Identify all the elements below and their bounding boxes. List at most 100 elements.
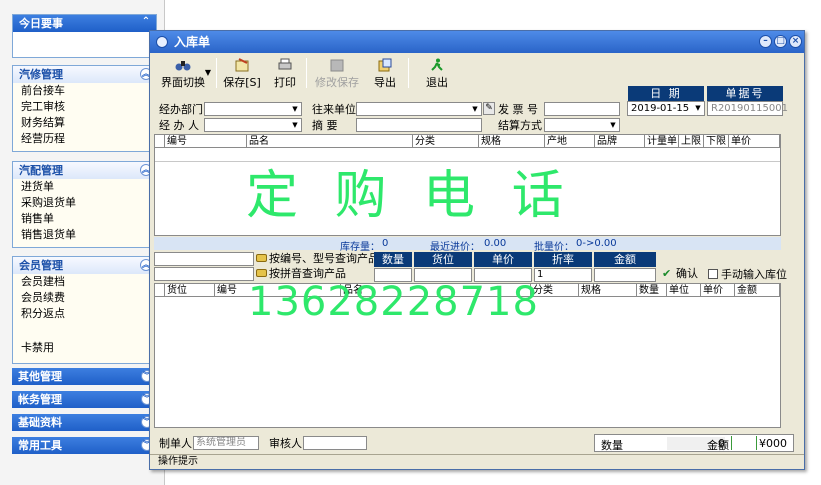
sidebar-item-sales[interactable]: 销售单: [13, 211, 156, 227]
qty-header: 数量: [374, 252, 412, 267]
location-header: 货位: [414, 252, 472, 267]
settle-label: 结算方式: [498, 119, 542, 132]
panel-basic-data-title: 基础资料: [18, 416, 62, 429]
doc-no-field: R20190115001: [707, 101, 788, 116]
manual-location-label: 手动输入库位: [721, 268, 787, 281]
sidebar-item-settlement[interactable]: 财务结算: [13, 115, 156, 131]
caret-down-icon[interactable]: ▼: [693, 103, 703, 113]
date-header: 日 期: [628, 86, 704, 101]
confirm-button[interactable]: ✔ 确认: [662, 267, 698, 281]
col-code[interactable]: 编号: [165, 135, 247, 148]
sidebar-item-completion-review[interactable]: 完工审核: [13, 99, 156, 115]
col-price[interactable]: 单价: [729, 135, 780, 148]
check-icon: ✔: [662, 267, 672, 280]
sidebar-item-points[interactable]: 积分返点: [13, 306, 156, 322]
handler-select[interactable]: ▼: [204, 118, 302, 132]
window-titlebar[interactable]: 入库单 – □ ×: [150, 31, 804, 53]
batch-label: 批量价：: [534, 242, 574, 253]
sidebar-item-card-disable[interactable]: 卡禁用: [13, 340, 156, 356]
print-label: 打印: [274, 76, 296, 89]
col-upper[interactable]: 上限: [679, 135, 704, 148]
stock-in-window: 入库单 – □ × 界面切换 ▼ 保存[S] 打印 修改保存 导出 退出 日 期…: [149, 30, 805, 470]
key-icon: [256, 254, 267, 262]
sidebar-item-purchase-return[interactable]: 采购退货单: [13, 195, 156, 211]
toolbar: 界面切换 ▼ 保存[S] 打印 修改保存 导出 退出: [152, 55, 802, 93]
handler-label: 经 办 人: [159, 119, 199, 132]
batch-value: 0->0.00: [576, 238, 617, 249]
edit-icon[interactable]: ✎: [483, 102, 495, 115]
today-title: 今日要事: [19, 17, 63, 30]
footer: 制单人 系统管理员 审核人 数量 0 金额 ¥000 操作提示: [150, 433, 804, 469]
search-by-code-button[interactable]: 按编号、型号查询产品: [255, 252, 379, 265]
summary-label: 摘 要: [312, 119, 338, 132]
manual-location-checkbox[interactable]: 手动输入库位: [708, 268, 787, 281]
caret-down-icon: ▼: [610, 121, 616, 129]
invoice-input[interactable]: [544, 102, 620, 116]
sidebar-item-purchase[interactable]: 进货单: [13, 179, 156, 195]
dept-label: 经办部门: [159, 103, 203, 116]
col-name[interactable]: 品名: [247, 135, 413, 148]
panel-other[interactable]: 其他管理 ︾: [12, 368, 157, 385]
switch-view-label: 界面切换: [161, 76, 205, 89]
col-qty[interactable]: 数量: [637, 284, 667, 297]
checkbox-icon: [708, 269, 718, 279]
amount-input[interactable]: [594, 268, 656, 282]
caret-down-icon: ▼: [204, 68, 212, 77]
code-search-input[interactable]: [154, 252, 254, 266]
rate-input[interactable]: 1: [534, 268, 592, 282]
col-lower[interactable]: 下限: [704, 135, 729, 148]
window-title: 入库单: [174, 35, 211, 49]
col-unit[interactable]: 单位: [667, 284, 701, 297]
sidebar-item-sales-return[interactable]: 销售退货单: [13, 227, 156, 243]
partner-select[interactable]: ▼: [356, 102, 482, 116]
minimize-icon[interactable]: –: [759, 35, 772, 48]
col-spec[interactable]: 规格: [479, 135, 545, 148]
save-button[interactable]: 保存[S]: [220, 55, 264, 91]
panel-basic-data[interactable]: 基础资料 ︾: [12, 414, 157, 431]
last-price-label: 最近进价：: [430, 242, 480, 253]
collapse-icon[interactable]: ⌃: [140, 17, 152, 29]
key-icon: [256, 269, 267, 277]
col-spec[interactable]: 规格: [579, 284, 637, 297]
export-icon: [378, 58, 392, 72]
panel-repair-title: 汽修管理: [19, 68, 63, 81]
sidebar-item-member-create[interactable]: 会员建档: [13, 274, 156, 290]
dept-select[interactable]: ▼: [204, 102, 302, 116]
col-location[interactable]: 货位: [165, 284, 215, 297]
panel-repair-header[interactable]: 汽修管理 ︽: [13, 66, 156, 83]
panel-tools[interactable]: 常用工具 ︾: [12, 437, 157, 454]
caret-down-icon: ▼: [292, 105, 298, 113]
settle-select[interactable]: ▼: [544, 118, 620, 132]
col-price[interactable]: 单价: [701, 284, 735, 297]
col-category[interactable]: 分类: [413, 135, 479, 148]
close-icon[interactable]: ×: [789, 35, 802, 48]
pinyin-search-input[interactable]: [154, 267, 254, 281]
sidebar-item-member-renew[interactable]: 会员续费: [13, 290, 156, 306]
summary-input[interactable]: [356, 118, 482, 132]
running-man-icon: [431, 58, 443, 71]
sidebar-item-reception[interactable]: 前台接车: [13, 83, 156, 99]
today-header[interactable]: 今日要事 ⌃: [13, 15, 156, 32]
totals-box: 数量 0 金额 ¥000: [594, 434, 794, 452]
auditor-label: 审核人: [269, 437, 302, 450]
exit-button[interactable]: 退出: [420, 55, 454, 91]
panel-parts-header[interactable]: 汽配管理 ︽: [13, 162, 156, 179]
panel-parts-title: 汽配管理: [19, 164, 63, 177]
panel-accounts[interactable]: 帐务管理 ︾: [12, 391, 157, 408]
binoculars-icon: [175, 61, 191, 71]
switch-view-dropdown[interactable]: ▼: [203, 65, 213, 101]
print-button[interactable]: 打印: [268, 55, 302, 91]
export-button[interactable]: 导出: [368, 55, 402, 91]
maximize-icon[interactable]: □: [774, 35, 787, 48]
app-icon: [156, 36, 168, 48]
modify-save-button[interactable]: 修改保存: [312, 55, 362, 91]
panel-members-title: 会员管理: [19, 259, 63, 272]
col-amount[interactable]: 金额: [735, 284, 780, 297]
col-unit[interactable]: 计量单: [645, 135, 679, 148]
col-brand[interactable]: 品牌: [595, 135, 645, 148]
sidebar-item-history[interactable]: 经营历程: [13, 131, 156, 147]
date-field[interactable]: 2019-01-15 ▼: [627, 101, 705, 116]
panel-members-header[interactable]: 会员管理 ︽: [13, 257, 156, 274]
auditor-field: [303, 436, 367, 450]
col-origin[interactable]: 产地: [545, 135, 595, 148]
